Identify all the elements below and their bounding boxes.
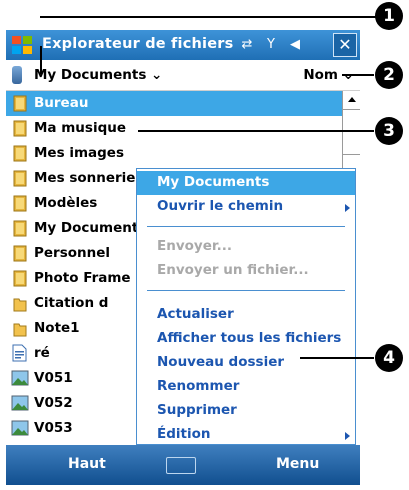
menu-item-refresh[interactable]: Actualiser — [137, 303, 355, 327]
callout-leader-1 — [40, 16, 384, 18]
callout-badge-4: 4 — [375, 344, 403, 372]
volume-icon[interactable]: ◀ — [286, 36, 304, 54]
folder-icon — [13, 195, 27, 212]
app-title: Explorateur de fichiers — [42, 36, 234, 52]
document-icon — [12, 344, 27, 362]
context-menu: My Documents Ouvrir le chemin Envoyer...… — [136, 168, 356, 445]
folder-icon — [13, 145, 27, 162]
scrollbar-thumb[interactable] — [343, 110, 360, 155]
file-name: Bureau — [34, 95, 89, 111]
pocketpc-screen: Explorateur de fichiers ⇄ Y ◀ ✕ My Docum… — [6, 30, 360, 485]
menu-item-label: Actualiser — [157, 306, 234, 322]
screenshot: Explorateur de fichiers ⇄ Y ◀ ✕ My Docum… — [0, 0, 409, 490]
file-name: My Documents — [34, 220, 147, 236]
folder-icon — [13, 323, 27, 337]
menu-item-new-folder[interactable]: Nouveau dossier — [137, 351, 355, 375]
file-row[interactable]: Bureau — [6, 91, 342, 116]
file-row[interactable]: Ma musique — [6, 116, 342, 141]
arrow-up-icon — [348, 97, 356, 102]
callout-leader-3 — [138, 130, 374, 132]
image-file-icon — [11, 370, 29, 386]
menu-item-show-all-files[interactable]: Afficher tous les fichiers — [137, 327, 355, 351]
menu-item-label: Édition — [157, 426, 211, 442]
menu-item-label: My Documents — [157, 174, 270, 190]
softkey-menu[interactable]: Menu — [276, 456, 319, 472]
menu-item-open-path[interactable]: Ouvrir le chemin — [137, 195, 355, 219]
folder-icon — [13, 95, 27, 112]
menu-item-delete[interactable]: Supprimer — [137, 399, 355, 423]
folder-icon — [13, 170, 27, 187]
menu-separator — [147, 226, 345, 227]
folder-icon — [13, 298, 27, 312]
file-name: Mes sonneries — [34, 170, 144, 186]
file-name: Note1 — [34, 320, 80, 336]
file-name: V053 — [34, 420, 73, 436]
menu-item-label: Ouvrir le chemin — [157, 198, 284, 214]
submenu-arrow-icon — [345, 432, 350, 440]
keyboard-icon[interactable] — [166, 457, 196, 474]
callout-leader-1 — [40, 46, 42, 74]
path-bar: My Documents ⌄ Nom ⌄ — [6, 60, 360, 91]
callout-leader-2 — [342, 74, 374, 76]
callout-badge-2: 2 — [375, 61, 403, 89]
menu-item-label: Supprimer — [157, 402, 237, 418]
menu-item-label: Envoyer un fichier... — [157, 262, 309, 278]
file-row[interactable]: Mes images — [6, 141, 342, 166]
file-name: Citation d — [34, 295, 109, 311]
file-name: Modèles — [34, 195, 98, 211]
connectivity-icon[interactable]: ⇄ — [238, 36, 256, 54]
menu-item-label: Nouveau dossier — [157, 354, 285, 370]
softkey-bar: Haut Menu — [6, 445, 360, 485]
menu-item-label: Afficher tous les fichiers — [157, 330, 342, 346]
folder-path-dropdown[interactable]: My Documents ⌄ — [34, 67, 162, 83]
file-name: Photo Frame — [34, 270, 131, 286]
menu-item-label: Renommer — [157, 378, 240, 394]
device-icon — [12, 66, 22, 84]
menu-item-rename[interactable]: Renommer — [137, 375, 355, 399]
menu-separator — [147, 290, 345, 291]
image-file-icon — [11, 395, 29, 411]
submenu-arrow-icon — [345, 204, 350, 212]
file-name: Personnel — [34, 245, 111, 261]
menu-item-my-documents[interactable]: My Documents — [137, 171, 355, 195]
folder-icon — [13, 220, 27, 237]
folder-icon — [13, 120, 27, 137]
file-name: V052 — [34, 395, 73, 411]
file-name: ré — [34, 345, 50, 361]
file-name: V051 — [34, 370, 73, 386]
folder-icon — [13, 270, 27, 287]
menu-item-label: Envoyer... — [157, 238, 232, 254]
windows-start-icon[interactable] — [10, 33, 34, 57]
callout-leader-4 — [300, 357, 374, 359]
menu-item-send-file: Envoyer un fichier... — [137, 259, 355, 283]
folder-icon — [13, 245, 27, 262]
image-file-icon — [11, 420, 29, 436]
close-button[interactable]: ✕ — [333, 33, 357, 57]
callout-badge-3: 3 — [375, 117, 403, 145]
signal-off-icon[interactable]: Y — [262, 36, 280, 54]
menu-item-send: Envoyer... — [137, 235, 355, 259]
file-name: Mes images — [34, 145, 124, 161]
menu-item-edit[interactable]: Édition — [137, 423, 355, 447]
file-name: Ma musique — [34, 120, 127, 136]
softkey-up[interactable]: Haut — [68, 456, 106, 472]
callout-badge-1: 1 — [375, 2, 403, 30]
title-bar: Explorateur de fichiers ⇄ Y ◀ ✕ — [6, 30, 360, 60]
scroll-up-button[interactable] — [343, 91, 360, 110]
